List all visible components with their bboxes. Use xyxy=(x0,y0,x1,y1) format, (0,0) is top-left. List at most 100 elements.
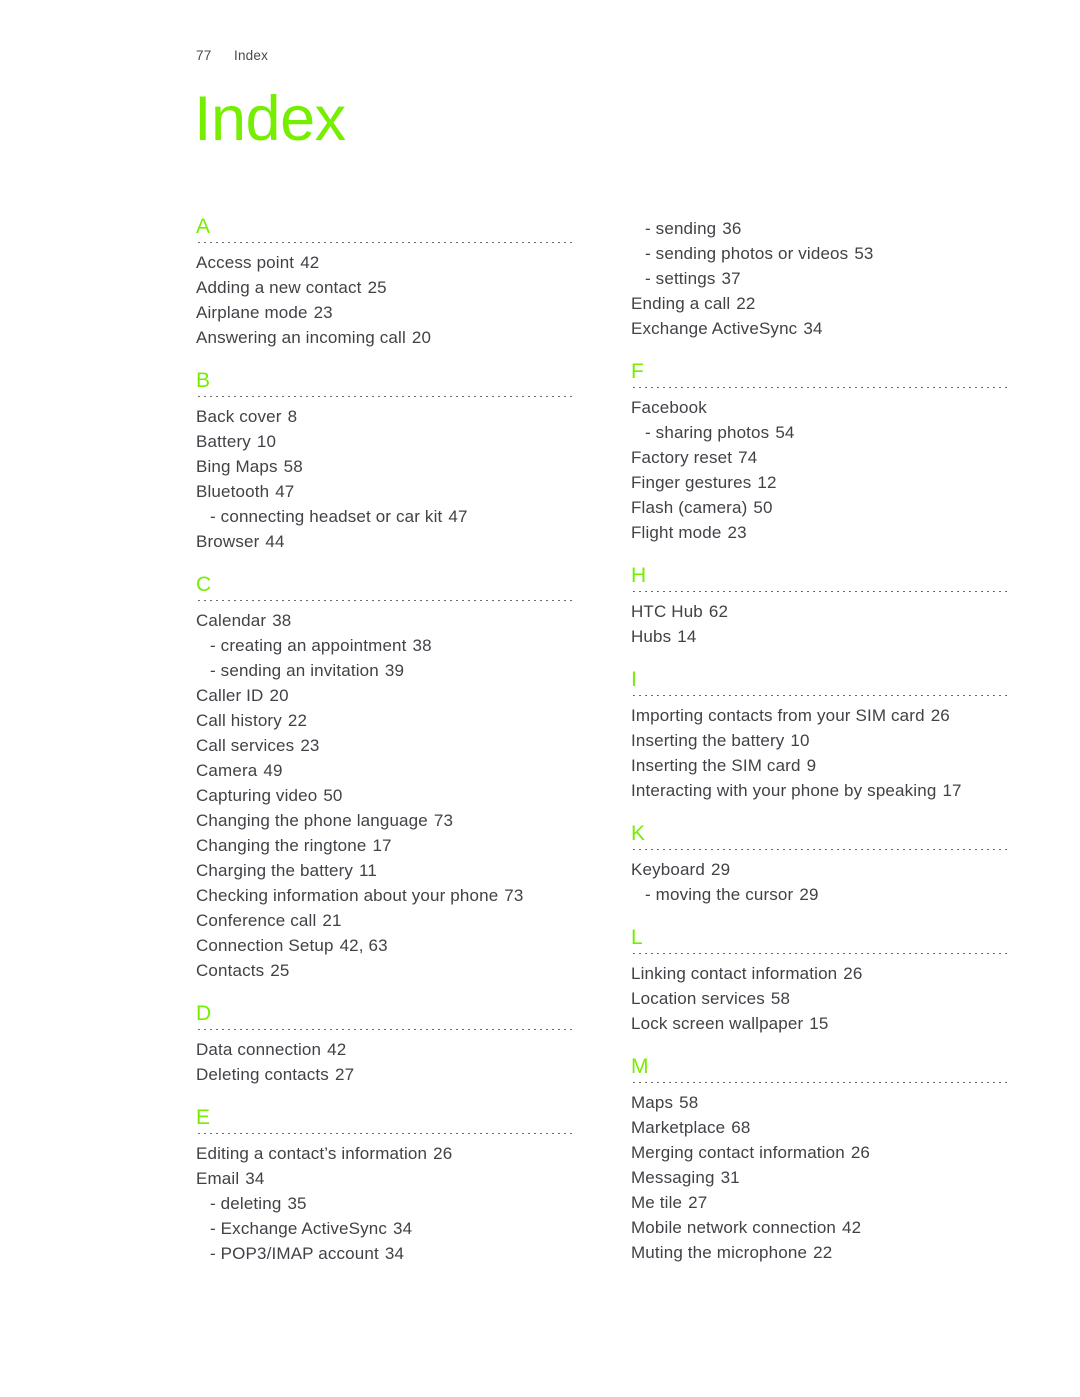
index-entry-page: 17 xyxy=(942,781,962,800)
section-letter: M xyxy=(631,1055,649,1078)
index-subentry[interactable]: - settings 37 xyxy=(631,266,1009,291)
index-entry-label: Changing the ringtone xyxy=(196,836,367,855)
index-entry-label: Lock screen wallpaper xyxy=(631,1014,804,1033)
section-letter: A xyxy=(196,215,211,238)
index-entry-page: 49 xyxy=(263,761,283,780)
index-entry[interactable]: Me tile 27 xyxy=(631,1190,1009,1215)
index-entry[interactable]: Battery 10 xyxy=(196,429,574,454)
section-dotted-rule xyxy=(631,591,1009,592)
index-entry-page: 53 xyxy=(854,244,874,263)
index-section-h: H HTC Hub 62 Hubs 14 xyxy=(631,565,1009,649)
index-entry[interactable]: Finger gestures 12 xyxy=(631,470,1009,495)
index-entry-page: 27 xyxy=(334,1065,355,1084)
index-entry[interactable]: Access point 42 xyxy=(196,250,574,275)
index-entry-label: - creating an appointment xyxy=(210,636,407,655)
index-subentry[interactable]: - POP3/IMAP account 34 xyxy=(196,1241,574,1266)
index-entry[interactable]: Call services 23 xyxy=(196,733,574,758)
index-entry[interactable]: Back cover 8 xyxy=(196,404,574,429)
index-entry-label: Battery xyxy=(196,432,251,451)
index-entry[interactable]: Linking contact information 26 xyxy=(631,961,1009,986)
index-entry[interactable]: Changing the phone language 73 xyxy=(196,808,574,833)
index-entry[interactable]: Charging the battery 11 xyxy=(196,858,574,883)
index-entry[interactable]: Ending a call 22 xyxy=(631,291,1009,316)
index-subentry[interactable]: - sharing photos 54 xyxy=(631,420,1009,445)
index-entry[interactable]: Interacting with your phone by speaking 1… xyxy=(631,778,1009,803)
index-entry[interactable]: Facebook xyxy=(631,395,1009,420)
index-entry-label: Mobile network connection xyxy=(631,1218,837,1237)
index-entry[interactable]: Importing contacts from your SIM card 26 xyxy=(631,703,1009,728)
index-entry[interactable]: Exchange ActiveSync 34 xyxy=(631,316,1009,341)
index-entry[interactable]: Contacts 25 xyxy=(196,958,574,983)
index-entry[interactable]: Inserting the battery 10 xyxy=(631,728,1009,753)
index-entry-page: 47 xyxy=(275,482,295,501)
index-entry[interactable]: Factory reset 74 xyxy=(631,445,1009,470)
index-entry[interactable]: Email 34 xyxy=(196,1166,574,1191)
index-subentry[interactable]: - moving the cursor 29 xyxy=(631,882,1009,907)
running-head-label: Index xyxy=(234,48,269,63)
index-entry[interactable]: HTC Hub 62 xyxy=(631,599,1009,624)
index-entry-label: Flight mode xyxy=(631,523,722,542)
index-entry[interactable]: Data connection 42 xyxy=(196,1037,574,1062)
index-entry-page: 22 xyxy=(813,1243,833,1262)
index-entry-page: 73 xyxy=(504,886,524,905)
index-entry[interactable]: Location services 58 xyxy=(631,986,1009,1011)
index-entry[interactable]: Browser 44 xyxy=(196,529,574,554)
index-entry-label: Facebook xyxy=(631,398,707,417)
index-entry[interactable]: Calendar 38 xyxy=(196,608,574,633)
index-entry[interactable]: Conference call 21 xyxy=(196,908,574,933)
index-subentry[interactable]: - sending photos or videos 53 xyxy=(631,241,1009,266)
index-entry[interactable]: Deleting contacts 27 xyxy=(196,1062,574,1087)
index-entry[interactable]: Merging contact information 26 xyxy=(631,1140,1009,1165)
index-entry[interactable]: Keyboard 29 xyxy=(631,857,1009,882)
index-entry-label: Merging contact information xyxy=(631,1143,845,1162)
index-entry-list: Maps 58 Marketplace 68 Merging contact infor… xyxy=(631,1090,1009,1265)
index-entry[interactable]: Mobile network connection 42 xyxy=(631,1215,1009,1240)
index-entry[interactable]: Airplane mode 23 xyxy=(196,300,574,325)
index-entry[interactable]: Checking information about your phone 73 xyxy=(196,883,574,908)
index-entry[interactable]: Flight mode 23 xyxy=(631,520,1009,545)
index-entry-page: 25 xyxy=(367,278,387,297)
index-entry-page: 26 xyxy=(433,1144,453,1163)
index-entry-page: 42 xyxy=(842,1218,862,1237)
index-section-f: F Facebook - sharing photos 54 Factory reset… xyxy=(631,361,1009,545)
index-entry[interactable]: Editing a contact’s information 26 xyxy=(196,1141,574,1166)
index-entry[interactable]: Maps 58 xyxy=(631,1090,1009,1115)
index-columns: A Access point 42 Adding a new contact 25 Air… xyxy=(196,216,1010,1286)
index-entry[interactable]: Bing Maps 58 xyxy=(196,454,574,479)
index-entry[interactable]: Muting the microphone 22 xyxy=(631,1240,1009,1265)
index-entry[interactable]: Camera 49 xyxy=(196,758,574,783)
index-entry[interactable]: Connection Setup 42, 63 xyxy=(196,933,574,958)
index-entry[interactable]: Answering an incoming call 20 xyxy=(196,325,574,350)
index-entry-label: Changing the phone language xyxy=(196,811,428,830)
index-entry-page: 58 xyxy=(283,457,303,476)
index-subentry[interactable]: - Exchange ActiveSync 34 xyxy=(196,1216,574,1241)
index-entry[interactable]: Bluetooth 47 xyxy=(196,479,574,504)
index-entry-label: Call history xyxy=(196,711,282,730)
index-subentry[interactable]: - deleting 35 xyxy=(196,1191,574,1216)
index-entry[interactable]: Changing the ringtone 17 xyxy=(196,833,574,858)
index-entry-label: Importing contacts from your SIM card xyxy=(631,706,925,725)
index-entry[interactable]: Marketplace 68 xyxy=(631,1115,1009,1140)
index-subentry[interactable]: - sending 36 xyxy=(631,216,1009,241)
index-entry[interactable]: Flash (camera) 50 xyxy=(631,495,1009,520)
index-column-left: A Access point 42 Adding a new contact 25 Air… xyxy=(196,216,574,1286)
index-entry[interactable]: Lock screen wallpaper 15 xyxy=(631,1011,1009,1036)
index-subentry[interactable]: - sending an invitation 39 xyxy=(196,658,574,683)
index-entry-label: Conference call xyxy=(196,911,317,930)
index-entry-page: 58 xyxy=(679,1093,699,1112)
index-entry[interactable]: Inserting the SIM card 9 xyxy=(631,753,1009,778)
index-entry[interactable]: Adding a new contact 25 xyxy=(196,275,574,300)
index-entry-label: Camera xyxy=(196,761,258,780)
index-entry[interactable]: Hubs 14 xyxy=(631,624,1009,649)
section-letter: B xyxy=(196,369,211,392)
index-entry-page: 42 xyxy=(300,253,320,272)
index-subentry[interactable]: - creating an appointment 38 xyxy=(196,633,574,658)
index-entry-page: 29 xyxy=(710,860,731,879)
index-entry[interactable]: Messaging 31 xyxy=(631,1165,1009,1190)
index-entry[interactable]: Capturing video 50 xyxy=(196,783,574,808)
index-subentry[interactable]: - connecting headset or car kit 47 xyxy=(196,504,574,529)
index-entry-label: - sharing photos xyxy=(645,423,770,442)
index-entry[interactable]: Caller ID 20 xyxy=(196,683,574,708)
index-entry-label: Checking information about your phone xyxy=(196,886,499,905)
index-entry[interactable]: Call history 22 xyxy=(196,708,574,733)
